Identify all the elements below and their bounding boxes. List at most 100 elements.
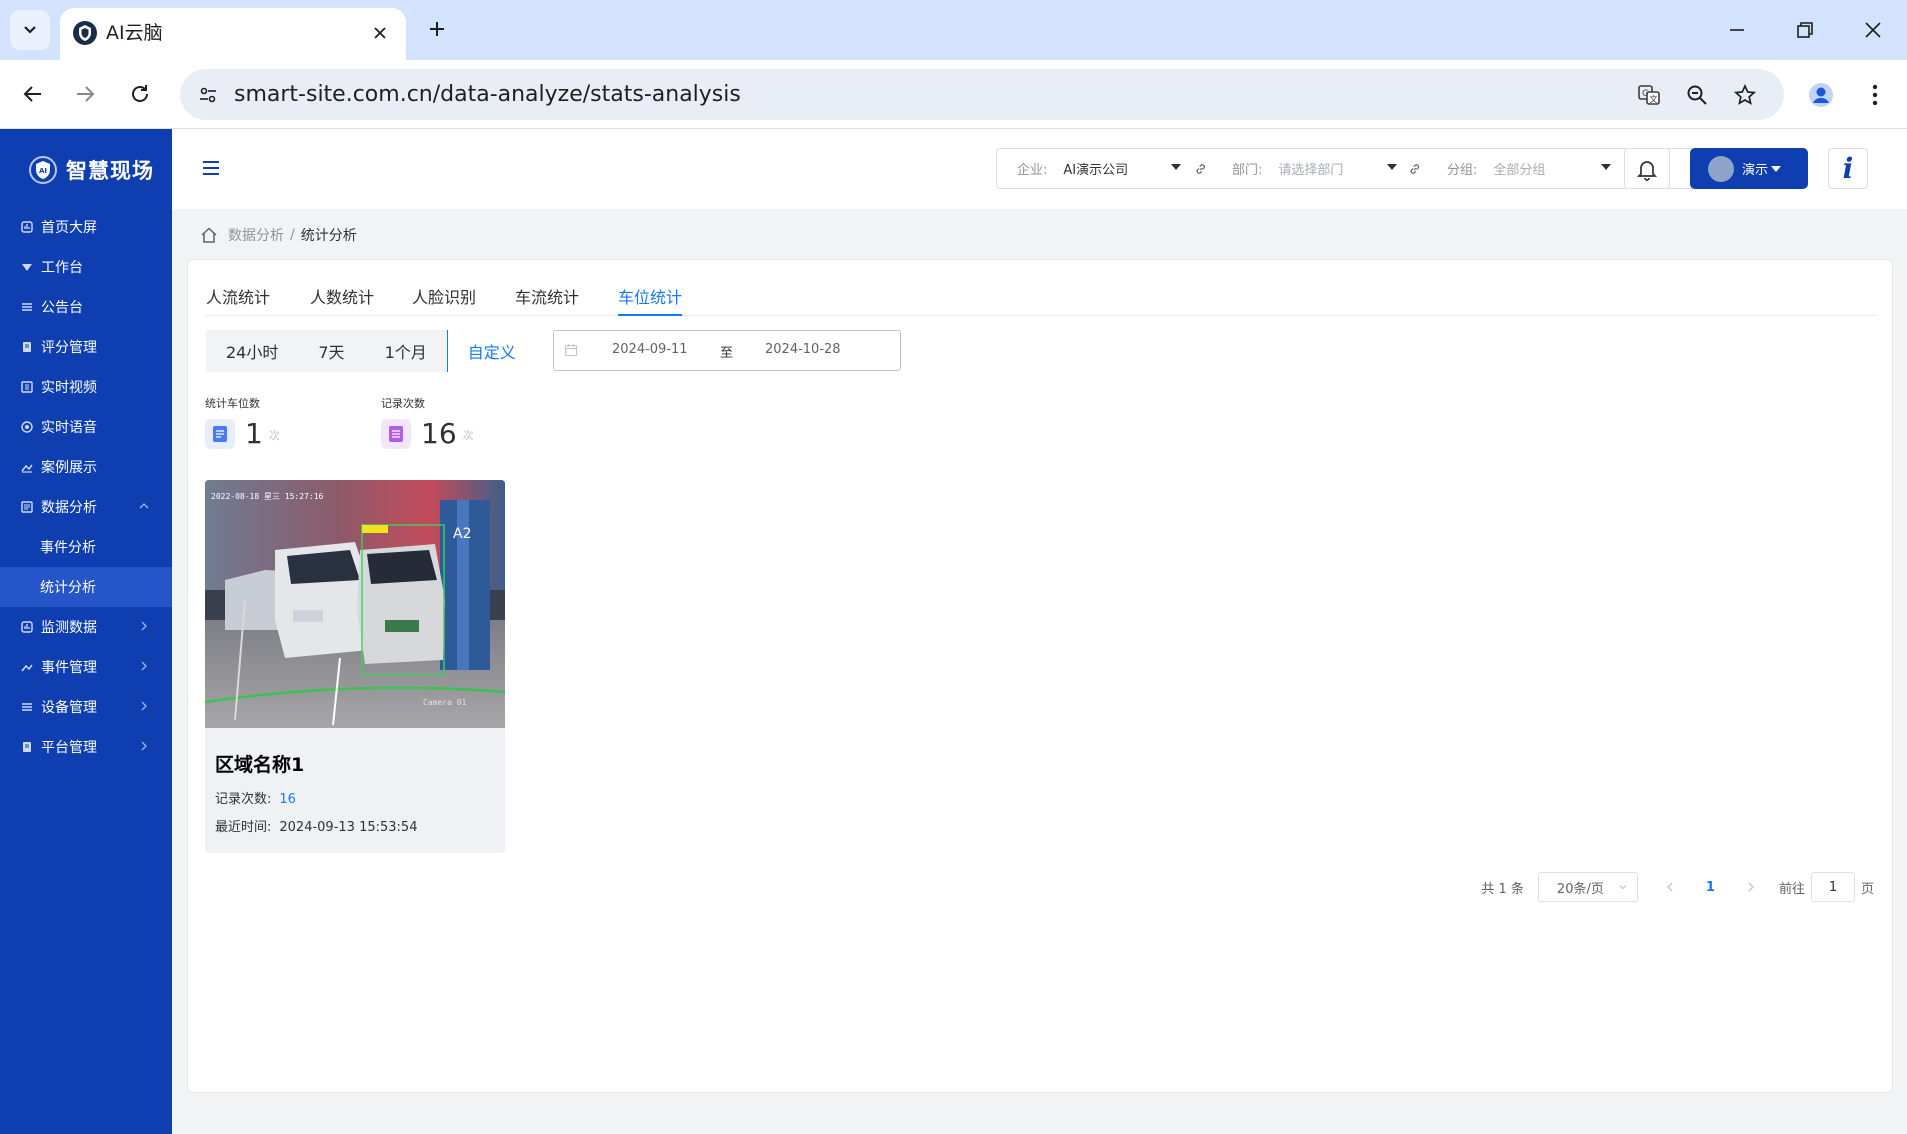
- spot-record-count: 记录次数: 16: [215, 788, 296, 807]
- sidebar-subitem-stats-analysis[interactable]: 统计分析: [0, 567, 172, 607]
- sidebar: AI 智慧现场 首页大屏 工作台 公告台 评分管理 实时视频 实时语音 案例展示…: [0, 129, 172, 1134]
- sidebar-item-announcement[interactable]: 公告台: [0, 287, 172, 327]
- bookmark-button[interactable]: [1728, 78, 1762, 112]
- chevron-down-icon: [24, 26, 36, 34]
- next-page-button[interactable]: [1741, 877, 1761, 897]
- case-icon: [20, 460, 34, 474]
- snapshot-zone-label: A2: [453, 526, 471, 542]
- camera-snapshot-image[interactable]: 2022-08-18 星三 15:27:16 A2 Camera 01: [205, 480, 505, 728]
- chevron-right-icon: [141, 621, 147, 631]
- tab-parking-stats[interactable]: 车位统计: [618, 284, 683, 316]
- restore-icon: [1797, 22, 1813, 38]
- parking-spot-card[interactable]: 2022-08-18 星三 15:27:16 A2 Camera 01 区域名称…: [205, 480, 505, 853]
- breadcrumb-parent[interactable]: 数据分析: [228, 225, 284, 245]
- browser-tab-bar: AI云脑: [0, 0, 1907, 60]
- snapshot-timestamp: 2022-08-18 星三 15:27:16: [211, 492, 324, 501]
- range-1m-button[interactable]: 1个月: [364, 330, 447, 372]
- date-end[interactable]: 2024-10-28: [765, 342, 841, 357]
- zoom-button[interactable]: [1680, 78, 1714, 112]
- range-7d-button[interactable]: 7天: [298, 330, 365, 372]
- sidebar-item-video[interactable]: 实时视频: [0, 367, 172, 407]
- sidebar-item-voice[interactable]: 实时语音: [0, 407, 172, 447]
- platform-icon: [20, 740, 34, 754]
- notification-button[interactable]: [1624, 148, 1670, 189]
- translate-button[interactable]: G文: [1632, 78, 1666, 112]
- restore-button[interactable]: [1785, 10, 1825, 50]
- sidebar-item-devices[interactable]: 设备管理: [0, 687, 172, 727]
- group-select[interactable]: 分组: 全部分组: [1447, 149, 1545, 188]
- spot-time-value: 2024-09-13 15:53:54: [279, 820, 418, 835]
- sidebar-item-data-analysis[interactable]: 数据分析: [0, 487, 172, 527]
- sidebar-item-events[interactable]: 事件管理: [0, 647, 172, 687]
- browser-tab[interactable]: AI云脑: [60, 8, 406, 60]
- breadcrumb-separator: /: [290, 227, 295, 243]
- browser-menu-button[interactable]: [1856, 76, 1894, 114]
- enterprise-select[interactable]: 企业: AI演示公司: [1017, 149, 1128, 188]
- goto-page-input[interactable]: 1: [1810, 872, 1855, 902]
- new-tab-button[interactable]: [420, 12, 454, 46]
- translate-icon: G文: [1638, 85, 1660, 105]
- range-24h-button[interactable]: 24小时: [206, 330, 299, 372]
- breadcrumb: 数据分析 / 统计分析: [200, 224, 357, 246]
- sidebar-item-label: 事件管理: [41, 660, 97, 676]
- tab-search-button[interactable]: [10, 10, 50, 50]
- sidebar-item-dashboard[interactable]: 首页大屏: [0, 207, 172, 247]
- info-button[interactable]: i: [1828, 148, 1868, 189]
- sidebar-item-label: 案例展示: [41, 460, 97, 476]
- caret-down-icon: [1601, 164, 1611, 170]
- sidebar-item-label: 平台管理: [41, 740, 97, 756]
- date-start[interactable]: 2024-09-11: [612, 342, 688, 357]
- sidebar-item-cases[interactable]: 案例展示: [0, 447, 172, 487]
- prev-page-button[interactable]: [1660, 877, 1680, 897]
- department-select[interactable]: 部门: 请选择部门: [1232, 149, 1343, 188]
- tab-vehicle-flow[interactable]: 车流统计: [515, 284, 579, 316]
- date-separator: 至: [720, 346, 734, 361]
- announcement-icon: [20, 300, 34, 314]
- user-menu-button[interactable]: 演示: [1690, 148, 1808, 189]
- org-filter-bar: 企业: AI演示公司 部门: 请选择部门 分组: 全部分组: [996, 148, 1696, 189]
- sidebar-item-label: 监测数据: [41, 620, 97, 636]
- site-settings-button[interactable]: [194, 81, 222, 109]
- sidebar-subitem-label: 统计分析: [40, 580, 96, 596]
- brand[interactable]: AI 智慧现场: [28, 153, 154, 187]
- stat-record-count: 记录次数 16 次: [381, 395, 474, 449]
- stat-label: 记录次数: [381, 397, 425, 410]
- tab-people-count[interactable]: 人数统计: [310, 284, 374, 316]
- spot-title: 区域名称1: [215, 754, 305, 776]
- back-button[interactable]: [13, 74, 53, 114]
- document-icon: [205, 419, 235, 449]
- sidebar-subitem-event-analysis[interactable]: 事件分析: [0, 527, 172, 567]
- spot-count-label: 记录次数:: [215, 792, 272, 807]
- minimize-button[interactable]: [1717, 10, 1757, 50]
- menu-toggle-button[interactable]: [198, 155, 224, 181]
- monitor-icon: [20, 620, 34, 634]
- reload-button[interactable]: [120, 74, 160, 114]
- page-size-select[interactable]: 20条/页: [1537, 872, 1638, 902]
- sidebar-item-score[interactable]: 评分管理: [0, 327, 172, 367]
- close-icon: [1865, 22, 1881, 38]
- sidebar-item-platform[interactable]: 平台管理: [0, 727, 172, 767]
- sidebar-item-workbench[interactable]: 工作台: [0, 247, 172, 287]
- voice-icon: [20, 420, 34, 434]
- list-icon: [381, 419, 411, 449]
- profile-button[interactable]: [1802, 76, 1840, 114]
- page-number[interactable]: 1: [1706, 880, 1715, 895]
- spot-time-label: 最近时间:: [215, 820, 272, 835]
- sidebar-item-monitoring[interactable]: 监测数据: [0, 607, 172, 647]
- chevron-right-icon: [1748, 882, 1754, 892]
- stat-parking-count: 统计车位数 1 次: [205, 395, 280, 449]
- tab-close-button[interactable]: [366, 19, 394, 47]
- range-custom-button[interactable]: 自定义: [446, 330, 536, 372]
- tab-face-recognition[interactable]: 人脸识别: [412, 284, 476, 316]
- tab-people-flow[interactable]: 人流统计: [206, 284, 270, 316]
- window-close-button[interactable]: [1853, 10, 1893, 50]
- address-bar[interactable]: smart-site.com.cn/data-analyze/stats-ana…: [180, 69, 1784, 120]
- forward-button[interactable]: [65, 74, 105, 114]
- date-range-picker[interactable]: 2024-09-11 至 2024-10-28: [553, 330, 901, 371]
- minimize-icon: [1730, 29, 1744, 31]
- sidebar-menu: 首页大屏 工作台 公告台 评分管理 实时视频 实时语音 案例展示 数据分析 事件…: [0, 207, 172, 767]
- star-icon: [1734, 84, 1756, 105]
- sidebar-item-label: 工作台: [41, 260, 83, 276]
- breadcrumb-current: 统计分析: [300, 228, 357, 244]
- brand-name: 智慧现场: [66, 159, 154, 183]
